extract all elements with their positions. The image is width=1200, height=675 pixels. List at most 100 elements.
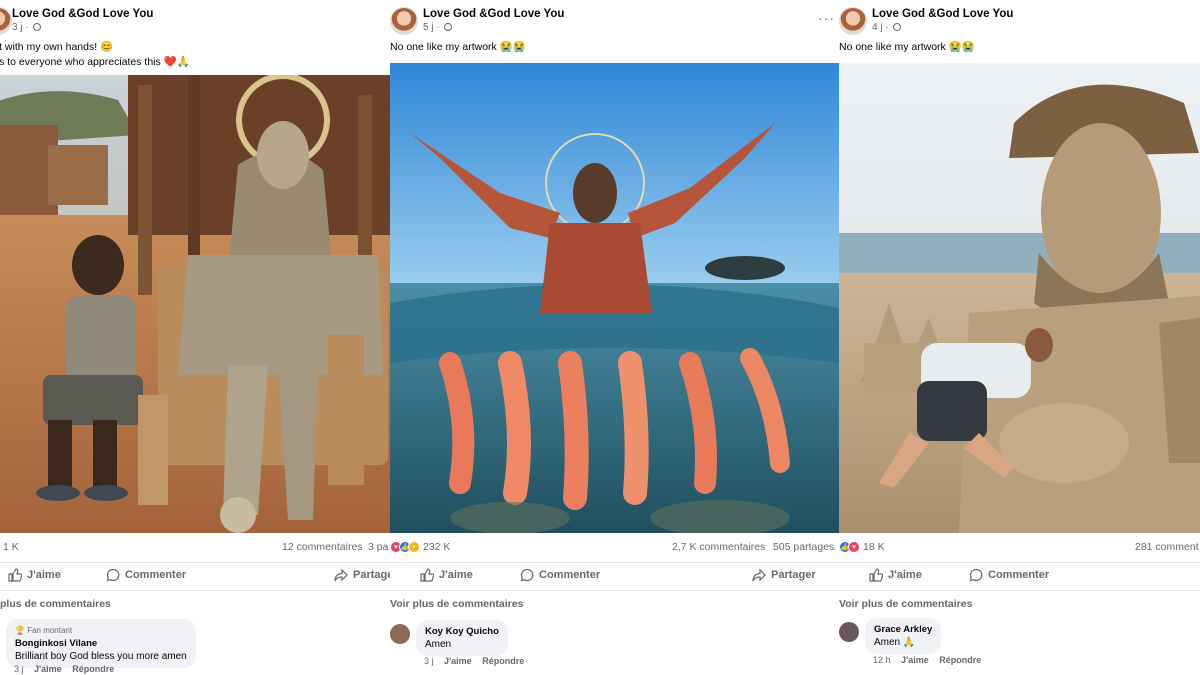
post-image[interactable]	[839, 63, 1200, 533]
comment-button[interactable]: Commenter	[520, 568, 600, 582]
view-more-comments[interactable]: Voir plus de commentaires	[839, 598, 972, 610]
page-name[interactable]: Love God &God Love You	[872, 8, 1013, 20]
comment-author[interactable]: Bonginkosi Vilane	[15, 637, 187, 650]
thumbs-up-icon	[8, 568, 22, 582]
comment-reply-button[interactable]: Répondre	[482, 656, 524, 666]
action-bar: J'aime Commenter Partage	[0, 566, 392, 586]
page-avatar[interactable]	[0, 7, 12, 35]
action-bar: J'aime Commenter	[839, 566, 1200, 586]
comment-icon	[969, 568, 983, 582]
coin-statue-illustration	[0, 75, 392, 533]
comment-time[interactable]: 3 j	[14, 664, 24, 674]
page-name[interactable]: Love God &God Love You	[423, 8, 564, 20]
reaction-summary[interactable]: ♥ 1 K	[0, 541, 19, 553]
globe-icon	[444, 23, 453, 31]
share-icon	[334, 568, 348, 582]
post-time[interactable]: 4 j ·	[872, 22, 902, 33]
share-label: Partager	[771, 569, 816, 581]
comment-button[interactable]: Commenter	[106, 568, 186, 582]
page-avatar[interactable]	[839, 7, 867, 35]
view-more-comments[interactable]: Voir plus de commentaires	[390, 598, 523, 610]
more-options-icon[interactable]: ···	[818, 10, 835, 26]
view-more-comments[interactable]: plus de commentaires	[0, 598, 111, 610]
comment-count[interactable]: 2,7 K commentaires	[672, 541, 765, 553]
sand-sculpture-illustration	[839, 63, 1200, 533]
post-image[interactable]	[0, 75, 392, 533]
like-label: J'aime	[439, 569, 473, 581]
post-caption: No one like my artwork 😭😭	[390, 40, 526, 55]
comment-like-button[interactable]: J'aime	[444, 656, 472, 666]
divider	[390, 562, 839, 563]
globe-icon	[33, 23, 42, 31]
commenter-avatar[interactable]	[839, 622, 859, 642]
divider	[0, 590, 392, 591]
comment-author[interactable]: Grace Arkley	[874, 623, 932, 636]
caption-line: No one like my artwork 😭😭	[839, 41, 975, 53]
like-button[interactable]: J'aime	[869, 568, 922, 582]
heart-icon: ♥	[848, 541, 860, 553]
post-header: Love God &God Love You 5 j · ···	[390, 5, 839, 37]
commenter-avatar[interactable]	[390, 624, 410, 644]
divider	[0, 562, 392, 563]
post-3: Love God &God Love You 4 j · No one like…	[839, 0, 1200, 675]
post-time[interactable]: 5 j ·	[423, 22, 453, 33]
reaction-bar: 👍 ♥ 18 K 281 comment	[839, 540, 1200, 556]
divider	[839, 562, 1200, 563]
share-button[interactable]: Partager	[752, 568, 816, 582]
share-count[interactable]: 505 partages	[773, 541, 834, 553]
reaction-count: 232 K	[423, 541, 451, 553]
comment-text: Amen 🙏	[874, 637, 916, 648]
comment-time[interactable]: 3 j	[424, 656, 434, 666]
comment-bubble: 🏆 Fan montant Bonginkosi Vilane Brillian…	[6, 619, 196, 668]
like-button[interactable]: J'aime	[8, 568, 61, 582]
globe-icon	[893, 23, 902, 31]
thumbs-up-icon	[869, 568, 883, 582]
post-header: Love God &God Love You 4 j ·	[839, 5, 1200, 37]
reaction-summary[interactable]: 👍 ♥ 18 K	[839, 541, 885, 553]
post-time-text: 3 j	[12, 22, 23, 33]
comment-footer: 3 j J'aime Répondre	[14, 664, 114, 674]
comment-time[interactable]: 12 h	[873, 655, 891, 665]
like-button[interactable]: J'aime	[420, 568, 473, 582]
reaction-count: 18 K	[863, 541, 885, 553]
comment-count[interactable]: 12 commentaires	[282, 541, 363, 553]
comment-icon	[520, 568, 534, 582]
comment-footer: 3 j J'aime Répondre	[424, 656, 524, 666]
comment-icon	[106, 568, 120, 582]
comment-text: Amen	[425, 639, 452, 650]
wow-icon: •	[408, 541, 420, 553]
post-header: Love God &God Love You 3 j ·	[0, 5, 392, 37]
comment-like-button[interactable]: J'aime	[34, 664, 62, 674]
comment-like-button[interactable]: J'aime	[901, 655, 929, 665]
caption-line: e it with my own hands! 😊	[0, 41, 114, 53]
comment-reply-button[interactable]: Répondre	[939, 655, 981, 665]
post-time[interactable]: 3 j ·	[12, 22, 42, 33]
comment-bubble: Koy Koy Quicho Amen	[416, 620, 508, 656]
reaction-summary[interactable]: ♥ 👍 • 232 K	[390, 541, 450, 553]
post-1: Love God &God Love You 3 j · e it with m…	[0, 0, 392, 675]
share-count[interactable]: 3 pa	[368, 541, 388, 553]
comment-author[interactable]: Koy Koy Quicho	[425, 625, 499, 638]
thumbs-up-icon	[420, 568, 434, 582]
page-avatar[interactable]	[390, 7, 418, 35]
comment-label: Commenter	[988, 569, 1050, 581]
post-caption: No one like my artwork 😭😭	[839, 40, 975, 55]
post-image[interactable]	[390, 63, 839, 533]
post-2: Love God &God Love You 5 j · ··· No one …	[390, 0, 839, 675]
comment-footer: 12 h J'aime Répondre	[873, 655, 981, 665]
page-name[interactable]: Love God &God Love You	[12, 8, 153, 20]
divider	[390, 590, 839, 591]
share-button[interactable]: Partage	[334, 568, 392, 582]
fan-badge-label: Fan montant	[27, 626, 73, 635]
comment-reply-button[interactable]: Répondre	[72, 664, 114, 674]
comment-count[interactable]: 281 comment	[1135, 541, 1199, 553]
shrimp-statue-illustration	[390, 63, 839, 533]
reaction-count: 1 K	[3, 541, 19, 553]
like-label: J'aime	[888, 569, 922, 581]
comment-text: Brilliant boy God bless you more amen	[15, 651, 187, 662]
divider	[839, 590, 1200, 591]
post-time-text: 4 j	[872, 22, 883, 33]
comment-button[interactable]: Commenter	[969, 568, 1049, 582]
post-caption: e it with my own hands! 😊 nks to everyon…	[0, 40, 190, 70]
caption-line: No one like my artwork 😭😭	[390, 41, 526, 53]
